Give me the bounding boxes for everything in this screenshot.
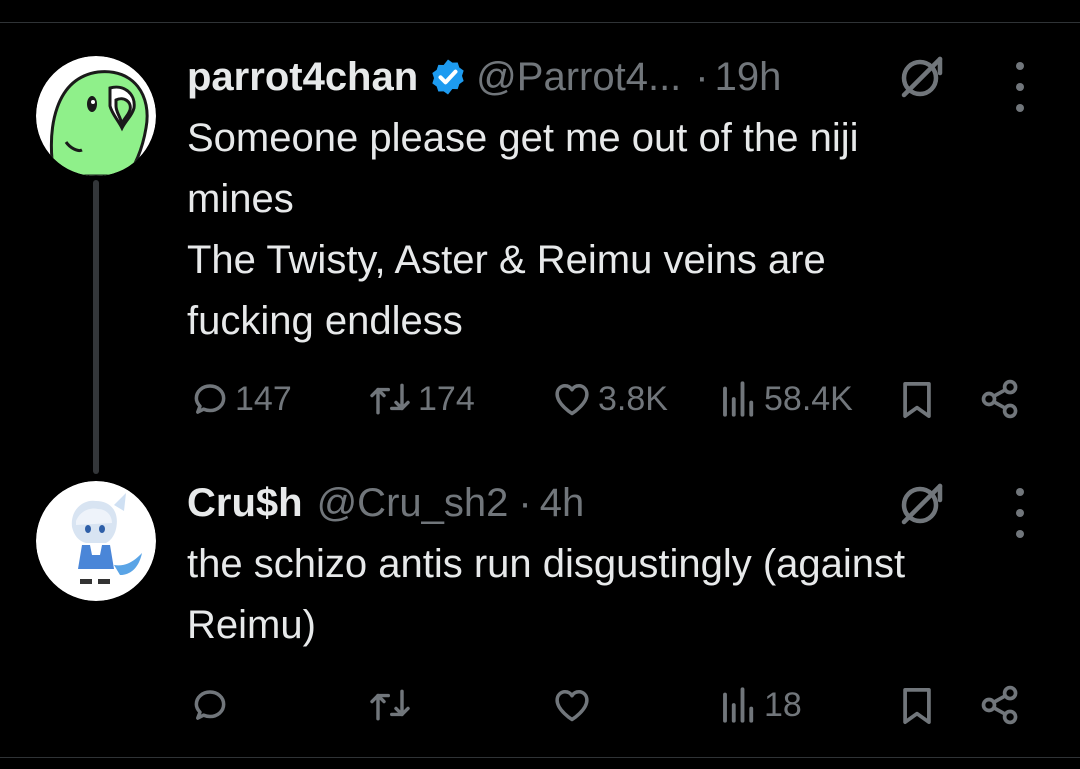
reply-count: 147: [235, 379, 292, 418]
grok-icon[interactable]: [896, 478, 948, 530]
views-button[interactable]: 58.4K: [718, 377, 853, 421]
heart-icon: [555, 689, 589, 722]
views-count: 18: [764, 685, 802, 724]
timestamp[interactable]: 19h: [715, 55, 782, 100]
avatar[interactable]: [36, 481, 156, 601]
reply-icon: [194, 690, 226, 720]
repost-count: 174: [418, 379, 475, 418]
tweet-text-line: the schizo antis run disgustingly (again…: [187, 542, 906, 586]
tweet-text-line: Someone please get me out of the niji: [187, 116, 859, 160]
repost-button[interactable]: 174: [366, 377, 475, 421]
header-separator: ·: [518, 480, 532, 525]
repost-icon: [370, 383, 410, 415]
tweet-text-line: Reimu): [187, 603, 316, 647]
reply-button[interactable]: 147: [189, 377, 292, 421]
share-button[interactable]: [978, 377, 1022, 421]
repost-icon: [370, 689, 410, 721]
like-count: 3.8K: [598, 379, 668, 418]
reply-icon: [194, 384, 226, 414]
header-separator: ·: [695, 54, 709, 99]
views-chart-icon: [723, 687, 754, 723]
parrot-avatar-icon: [36, 56, 156, 176]
verified-badge-icon: [432, 59, 464, 95]
reply-button[interactable]: [189, 683, 231, 727]
views-chart-icon: [723, 381, 754, 417]
anime-character-avatar-icon: [36, 481, 156, 601]
bookmark-button[interactable]: [900, 378, 934, 422]
like-button[interactable]: [550, 683, 594, 727]
grok-icon[interactable]: [896, 51, 948, 103]
user-handle[interactable]: @Parrot4...: [476, 55, 681, 100]
tweet-text-line: mines: [187, 177, 294, 221]
share-icon: [981, 685, 1018, 725]
display-name[interactable]: parrot4chan: [187, 55, 418, 100]
bookmark-button[interactable]: [900, 684, 934, 728]
tweet-text: the schizo antis run disgustingly (again…: [187, 534, 905, 656]
top-divider: [0, 22, 1080, 23]
tweet-text-line: fucking endless: [187, 299, 463, 343]
tweet-text-line: The Twisty, Aster & Reimu veins are: [187, 238, 826, 282]
timestamp[interactable]: 4h: [540, 481, 585, 526]
share-button[interactable]: [978, 683, 1022, 727]
user-handle[interactable]: @Cru_sh2: [317, 481, 509, 526]
tweet-header: Cru$h @Cru_sh2 · 4h: [187, 480, 584, 526]
more-options-button[interactable]: [1010, 488, 1030, 538]
like-button[interactable]: 3.8K: [550, 377, 668, 421]
repost-button[interactable]: [366, 683, 414, 727]
share-icon: [981, 379, 1018, 419]
tweet-text: Someone please get me out of the niji mi…: [187, 108, 859, 352]
views-count: 58.4K: [764, 379, 853, 418]
more-options-button[interactable]: [1010, 62, 1030, 112]
avatar[interactable]: [36, 56, 156, 176]
bookmark-icon: [903, 381, 931, 419]
bookmark-icon: [903, 687, 931, 725]
display-name[interactable]: Cru$h: [187, 481, 303, 526]
views-button[interactable]: 18: [718, 683, 802, 727]
thread-connector: [93, 180, 99, 474]
tweet-header: parrot4chan @Parrot4... · 19h: [187, 54, 781, 100]
heart-icon: [555, 383, 589, 416]
bottom-divider: [0, 757, 1080, 758]
